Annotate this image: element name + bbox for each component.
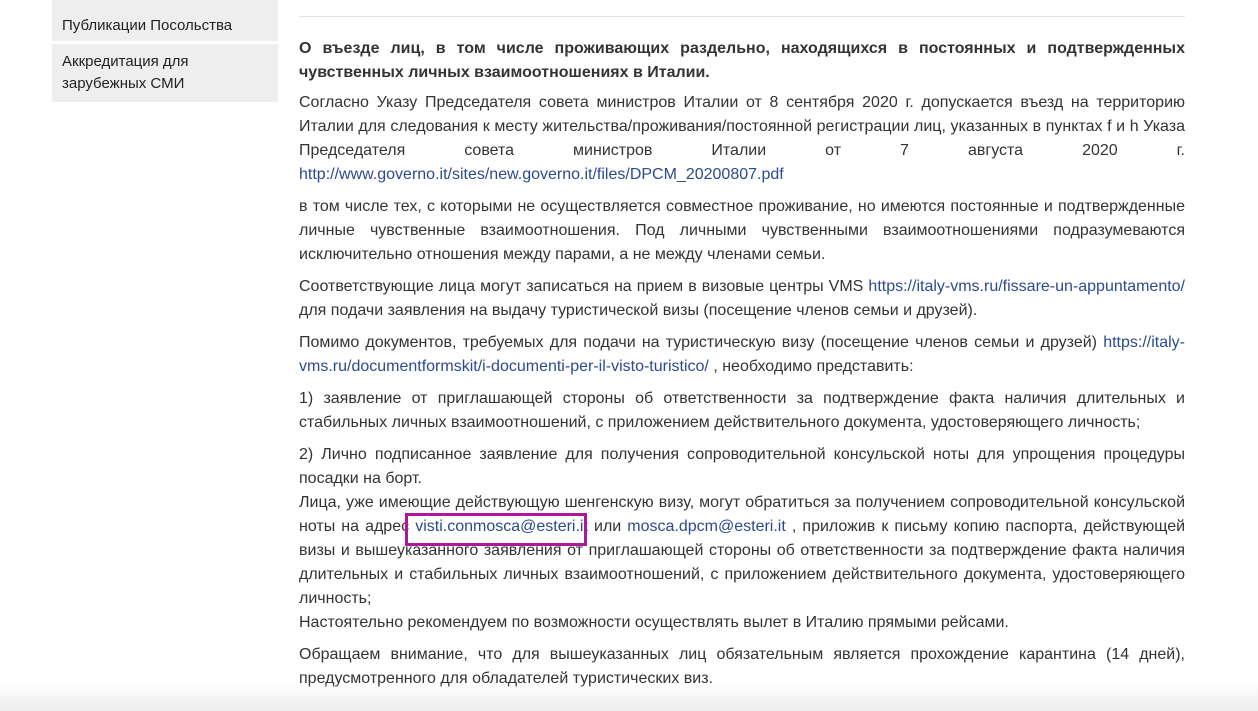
paragraph-text: Помимо документов, требуемых для подачи … bbox=[299, 334, 1097, 351]
paragraph-text: или bbox=[594, 518, 622, 535]
paragraph-quarantine: Обращаем внимание, что для вышеуказанных… bbox=[299, 646, 1185, 687]
divider bbox=[299, 0, 1185, 17]
sidebar: Публикации Посольства Аккредитация для з… bbox=[52, 0, 278, 105]
paragraph-text: Согласно Указу Председателя совета минис… bbox=[299, 94, 1185, 159]
article-content: О въезде лиц, в том числе проживающих ра… bbox=[299, 0, 1185, 699]
sidebar-item-media-accreditation[interactable]: Аккредитация для зарубежных СМИ bbox=[52, 44, 278, 102]
paragraph-text: для подачи заявления на выдачу туристиче… bbox=[299, 302, 978, 319]
governo-dpcm-link[interactable]: http://www.governo.it/sites/new.governo.… bbox=[299, 166, 784, 183]
paragraph-text: , необходимо представить: bbox=[713, 358, 914, 375]
paragraph-vms-appointment: Соответствующие лица могут записаться на… bbox=[299, 275, 1185, 323]
paragraph-documents: Помимо документов, требуемых для подачи … bbox=[299, 331, 1185, 379]
article-heading: О въезде лиц, в том числе проживающих ра… bbox=[299, 40, 1185, 81]
paragraph-consular-note: Лица, уже имеющие действующую шенгенскую… bbox=[299, 491, 1185, 611]
email-dpcm-link[interactable]: mosca.dpcm@esteri.it bbox=[627, 518, 786, 535]
email-visti-link[interactable]: visti.conmosca@esteri.it bbox=[415, 518, 588, 535]
paragraph-item-2: 2) Лично подписанное заявление для получ… bbox=[299, 446, 1185, 487]
vms-appointment-link[interactable]: https://italy-vms.ru/fissare-un-appuntam… bbox=[868, 278, 1185, 295]
paragraph-relationships: в том числе тех, с которыми не осуществл… bbox=[299, 198, 1185, 263]
page: Публикации Посольства Аккредитация для з… bbox=[0, 0, 1258, 711]
paragraph-direct-flights: Настоятельно рекомендуем по возможности … bbox=[299, 614, 1009, 631]
sidebar-item-label: Публикации Посольства bbox=[62, 17, 233, 34]
sidebar-item-label: Аккредитация для зарубежных СМИ bbox=[62, 53, 189, 92]
paragraph-entry-decree: Согласно Указу Председателя совета минис… bbox=[299, 91, 1185, 187]
paragraph-text: Соответствующие лица могут записаться на… bbox=[299, 278, 864, 295]
sidebar-item-embassy-publications[interactable]: Публикации Посольства bbox=[52, 0, 278, 41]
paragraph-item-1: 1) заявление от приглашающей стороны об … bbox=[299, 390, 1185, 431]
